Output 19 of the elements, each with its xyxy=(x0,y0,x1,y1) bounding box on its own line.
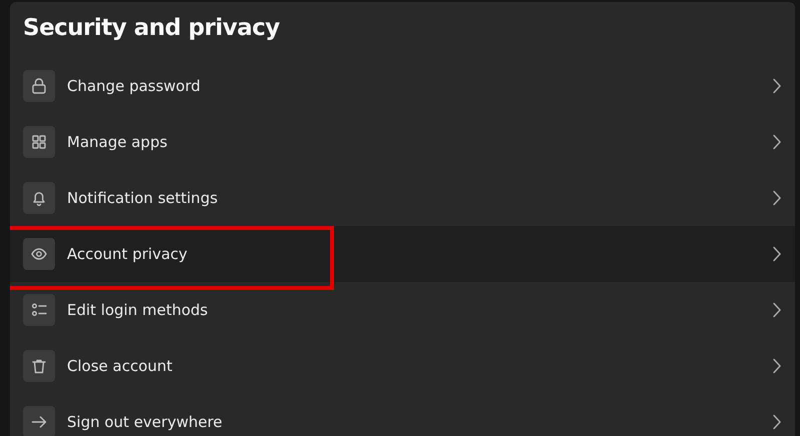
settings-row[interactable]: Change password xyxy=(10,58,795,114)
trash-icon xyxy=(30,357,48,375)
chevron-right-icon xyxy=(772,190,782,206)
chevron-right-icon xyxy=(772,414,782,430)
settings-row[interactable]: Notification settings xyxy=(10,170,795,226)
lock-icon xyxy=(30,77,48,95)
chevron-right-icon xyxy=(772,134,782,150)
settings-row[interactable]: Manage apps xyxy=(10,114,795,170)
chevron-right-icon xyxy=(772,78,782,94)
settings-row[interactable]: Account privacy xyxy=(10,226,795,282)
chevron-right-icon xyxy=(772,246,782,262)
settings-row[interactable]: Sign out everywhere xyxy=(10,394,795,436)
settings-row[interactable]: Close account xyxy=(10,338,795,394)
settings-row[interactable]: Edit login methods xyxy=(10,282,795,338)
chevron-right-icon xyxy=(772,302,782,318)
chevron-right-icon xyxy=(772,358,782,374)
page-title: Security and privacy xyxy=(23,14,281,43)
grid-icon xyxy=(30,133,48,151)
list-icon xyxy=(30,301,48,319)
